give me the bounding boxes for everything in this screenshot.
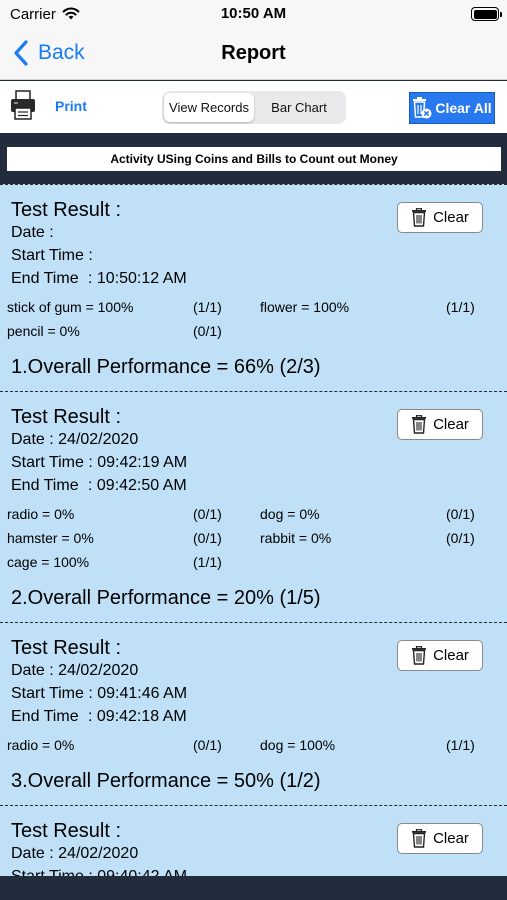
start-time-label: Start Time : (11, 247, 93, 264)
item-fraction: (0/1) (446, 506, 475, 522)
record-clear-button[interactable]: Clear (397, 409, 483, 440)
end-time-value: : 10:50:12 AM (88, 270, 187, 287)
item-row: radio = 0% (0/1) dog = 0% (0/1) (0, 502, 507, 526)
toolbar: Print View Records Bar Chart Clear All (0, 81, 507, 133)
item-score: radio = 0% (7, 506, 75, 522)
item-results: radio = 0% (0/1) dog = 0% (0/1) hamster = 0%… (0, 502, 507, 574)
item-score: radio = 0% (7, 737, 75, 753)
item-score: cage = 100% (7, 554, 90, 570)
record-clear-label: Clear (433, 209, 469, 226)
segment-bar-chart[interactable]: Bar Chart (254, 93, 344, 122)
start-time-value: 09:41:46 AM (97, 685, 188, 702)
test-result-record: Test Result :ClearDate : 24/02/2020Start… (0, 622, 507, 805)
item-fraction: (0/1) (193, 323, 222, 339)
item-fraction: (0/1) (446, 530, 475, 546)
trash-icon (412, 415, 427, 434)
chevron-left-icon (14, 40, 28, 66)
record-clear-label: Clear (433, 830, 469, 847)
record-start-time: Start Time : (11, 244, 507, 267)
start-time-value: 09:40:42 AM (97, 868, 187, 876)
record-clear-label: Clear (433, 647, 469, 664)
record-end-time: End Time : 09:42:18 AM (11, 705, 507, 728)
start-time-label: Start Time : (11, 685, 93, 702)
trash-icon (412, 208, 427, 227)
item-fraction: (1/1) (446, 299, 475, 315)
item-fraction: (0/1) (193, 530, 222, 546)
record-clear-button[interactable]: Clear (397, 823, 483, 854)
print-button[interactable]: Print (55, 98, 87, 114)
start-time-label: Start Time : (11, 454, 93, 471)
status-bar: Carrier 10:50 AM (0, 0, 507, 30)
end-time-label: End Time (11, 708, 79, 725)
item-row: pencil = 0% (0/1) (0, 319, 507, 343)
end-time-label: End Time (11, 270, 79, 287)
overall-performance: 1.Overall Performance = 66% (2/3) (11, 356, 321, 378)
bottom-bar (0, 876, 507, 900)
records-list[interactable]: Test Result : Clear Date : Start Time : En… (0, 184, 507, 876)
segment-view-records[interactable]: View Records (164, 93, 254, 122)
record-end-time: End Time : 10:50:12 AM (11, 267, 507, 290)
date-label: Date : (11, 224, 54, 241)
item-row: stick of gum = 100% (1/1) flower = 100% (1/… (0, 295, 507, 319)
activity-title-strip: Activity USing Coins and Bills to Count … (0, 133, 507, 185)
trash-icon (412, 646, 427, 665)
record-clear-label: Clear (433, 416, 469, 433)
item-score: dog = 0% (260, 506, 320, 522)
view-segmented-control: View Records Bar Chart (162, 91, 346, 124)
item-row: cage = 100% (1/1) (0, 550, 507, 574)
trash-x-icon (413, 97, 432, 119)
item-row: radio = 0% (0/1) dog = 100% (1/1) (0, 733, 507, 757)
navigation-bar: Back Report (0, 30, 507, 80)
item-fraction: (1/1) (193, 554, 222, 570)
item-fraction: (0/1) (193, 737, 222, 753)
item-results: radio = 0% (0/1) dog = 100% (1/1) (0, 733, 507, 757)
item-score: stick of gum = 100% (7, 299, 134, 315)
record-start-time: Start Time : 09:42:19 AM (11, 451, 507, 474)
test-result-record: Test Result :ClearDate : 24/02/2020Start… (0, 391, 507, 622)
test-result-record: Test Result : Clear Date : Start Time : En… (0, 184, 507, 391)
item-row: hamster = 0% (0/1) rabbit = 0% (0/1) (0, 526, 507, 550)
battery-icon (471, 7, 502, 21)
date-label: Date : (11, 431, 54, 448)
overall-performance: 2.Overall Performance = 20% (1/5) (11, 587, 321, 609)
item-results: stick of gum = 100% (1/1) flower = 100% (1/… (0, 295, 507, 343)
start-time-label: Start Time : (11, 868, 93, 876)
record-clear-button[interactable]: Clear (397, 640, 483, 671)
date-label: Date : (11, 845, 54, 862)
date-value: 24/02/2020 (58, 431, 139, 448)
item-fraction: (1/1) (446, 737, 475, 753)
start-time-value: 09:42:19 AM (97, 454, 188, 471)
date-label: Date : (11, 662, 54, 679)
trash-icon (412, 829, 427, 848)
item-score: hamster = 0% (7, 530, 94, 546)
end-time-label: End Time (11, 477, 79, 494)
item-score: pencil = 0% (7, 323, 80, 339)
clear-all-label: Clear All (435, 100, 492, 116)
activity-title: Activity USing Coins and Bills to Count … (7, 147, 501, 171)
record-clear-button[interactable]: Clear (397, 202, 483, 233)
item-score: rabbit = 0% (260, 530, 332, 546)
overall-performance: 3.Overall Performance = 50% (1/2) (11, 770, 321, 792)
record-start-time: Start Time : 09:41:46 AM (11, 682, 507, 705)
item-score: flower = 100% (260, 299, 350, 315)
date-value: 24/02/2020 (58, 662, 139, 679)
record-end-time: End Time : 09:42:50 AM (11, 474, 507, 497)
end-time-value: : 09:42:18 AM (88, 708, 187, 725)
item-fraction: (1/1) (193, 299, 222, 315)
item-fraction: (0/1) (193, 506, 222, 522)
back-label: Back (38, 41, 85, 64)
test-result-record: Test Result :ClearDate : 24/02/2020Start… (0, 805, 507, 876)
end-time-value: : 09:42:50 AM (88, 477, 187, 494)
printer-icon[interactable] (9, 89, 37, 121)
record-start-time: Start Time : 09:40:42 AM (11, 865, 507, 876)
date-value: 24/02/2020 (58, 845, 139, 862)
item-score: dog = 100% (260, 737, 336, 753)
clear-all-button[interactable]: Clear All (409, 92, 495, 124)
status-time: 10:50 AM (220, 5, 287, 22)
back-button[interactable]: Back (12, 38, 85, 68)
